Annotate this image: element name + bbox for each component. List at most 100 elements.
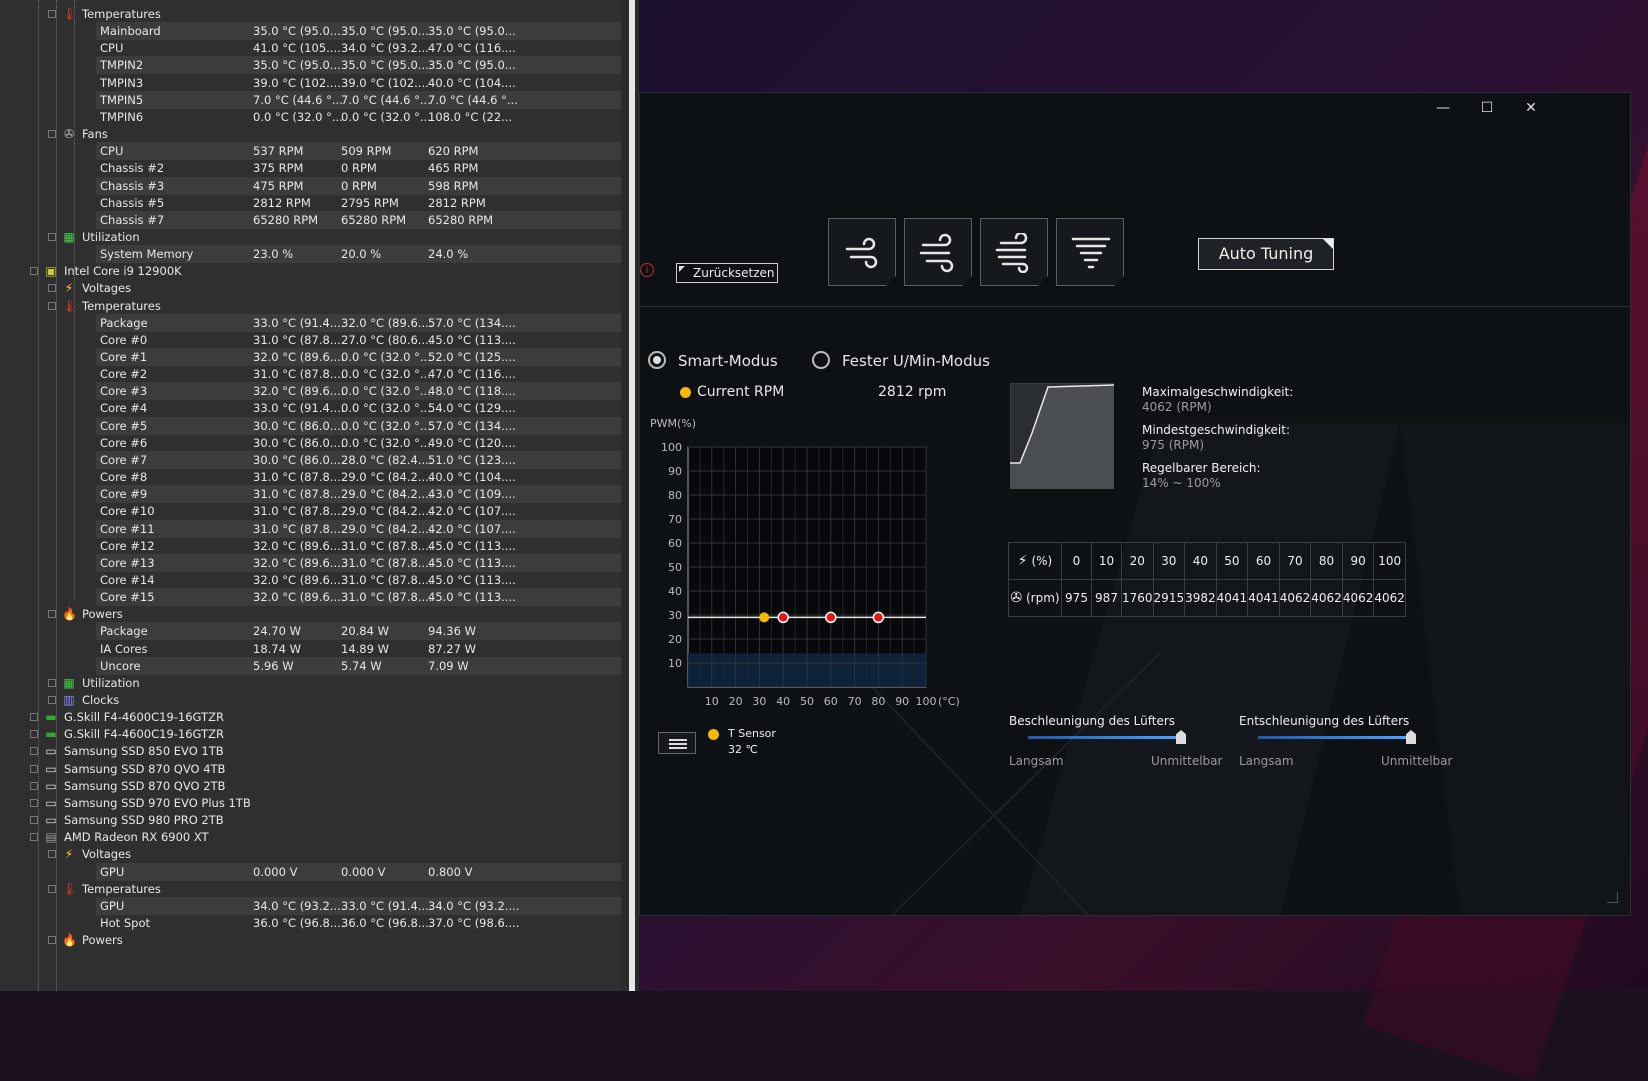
sensor-row[interactable]: Core #1 32.0 °C (89.6.... 0.0 °C (32.0 °..… [96, 348, 621, 366]
sensor-row[interactable]: TMPIN5 7.0 °C (44.6 °... 7.0 °C (44.6 °...… [96, 90, 621, 109]
sensor-row[interactable]: GPU 0.000 V 0.000 V 0.800 V [96, 862, 621, 881]
expand-toggle[interactable] [48, 884, 56, 893]
fan-mode-silent-button[interactable] [828, 218, 896, 286]
tree-group-row[interactable]: ▥ Clocks [0, 691, 621, 709]
curve-control-point[interactable] [777, 611, 789, 624]
sensor-row[interactable]: Chassis #3 475 RPM 0 RPM 598 RPM [96, 176, 621, 195]
expand-toggle[interactable] [48, 232, 56, 241]
tree-group-row[interactable]: ▭ Samsung SSD 980 PRO 2TB [0, 811, 621, 829]
tree-group-row[interactable]: ▭ Samsung SSD 970 EVO Plus 1TB [0, 794, 621, 812]
sensor-row[interactable]: Chassis #5 2812 RPM 2795 RPM 2812 RPM [96, 194, 621, 212]
current-temperature-point[interactable] [759, 612, 770, 623]
curve-control-point[interactable] [825, 611, 837, 624]
expand-toggle[interactable] [30, 764, 38, 773]
expand-toggle[interactable] [48, 850, 56, 859]
close-button[interactable]: ✕ [1508, 93, 1554, 123]
sensor-row[interactable]: Core #12 32.0 °C (89.6.... 31.0 °C (87.8..… [96, 537, 621, 555]
smart-mode-radio-dot[interactable] [648, 351, 666, 369]
sensor-row[interactable]: IA Cores 18.74 W 14.89 W 87.27 W [96, 640, 621, 658]
sensor-row[interactable]: Hot Spot 36.0 °C (96.8.... 36.0 °C (96.8..… [96, 914, 621, 932]
sensor-row[interactable]: Core #11 31.0 °C (87.8.... 29.0 °C (84.2..… [96, 519, 621, 538]
minimize-button[interactable]: — [1420, 93, 1466, 123]
expand-toggle[interactable] [30, 798, 38, 807]
sensor-row[interactable]: Package 24.70 W 20.84 W 94.36 W [96, 622, 621, 641]
maximize-button[interactable]: ☐ [1464, 93, 1510, 123]
tree-group-row[interactable]: 🌡 Temperatures [0, 5, 621, 23]
tree-group-row[interactable]: ▤ AMD Radeon RX 6900 XT [0, 828, 621, 846]
sensor-row[interactable]: Core #2 31.0 °C (87.8.... 0.0 °C (32.0 °..… [96, 365, 621, 383]
tree-group-row[interactable]: ⚡ Voltages [0, 279, 621, 297]
expand-toggle[interactable] [30, 267, 38, 276]
sensor-row[interactable]: TMPIN3 39.0 °C (102.... 39.0 °C (102.... 40… [96, 74, 621, 92]
tree-group-row[interactable]: ▬ G.Skill F4-4600C19-16GTZR [0, 708, 621, 726]
expand-toggle[interactable] [30, 747, 38, 756]
sensor-row[interactable]: Core #14 32.0 °C (89.6.... 31.0 °C (87.8..… [96, 571, 621, 589]
y-tick-label: 100 [661, 441, 682, 454]
fan-curve-chart[interactable]: 10 20 30 40 50 60 70 80 90 100 10 20 30 40 50 60 70 80 90 1… [648, 409, 978, 709]
expand-toggle[interactable] [30, 816, 38, 825]
sensor-row[interactable]: Core #13 32.0 °C (89.6.... 31.0 °C (87.8..… [96, 553, 621, 572]
tree-group-row[interactable]: ⚡ Voltages [0, 845, 621, 863]
fan-mode-turbo-button[interactable] [980, 218, 1048, 286]
sensor-row[interactable]: GPU 34.0 °C (93.2.... 33.0 °C (91.4.... 34.… [96, 896, 621, 915]
reset-button[interactable]: Zurücksetzen [676, 263, 778, 283]
curve-control-point[interactable] [872, 611, 885, 624]
sensor-row[interactable]: Core #8 31.0 °C (87.8.... 29.0 °C (84.2...… [96, 468, 621, 486]
fixed-mode-radio-dot[interactable] [812, 351, 830, 369]
expand-toggle[interactable] [48, 936, 56, 945]
sensor-row[interactable]: Core #9 31.0 °C (87.8.... 29.0 °C (84.2...… [96, 485, 621, 504]
tree-group-row[interactable]: 🌡 Temperatures [0, 880, 621, 898]
sensor-row[interactable]: Package 33.0 °C (91.4.... 32.0 °C (89.6...… [96, 313, 621, 332]
sensor-row[interactable]: Mainboard 35.0 °C (95.0... 35.0 °C (95.0..… [96, 22, 621, 41]
sensor-row[interactable]: Core #10 31.0 °C (87.8.... 29.0 °C (84.2..… [96, 502, 621, 520]
resize-grip[interactable] [1607, 892, 1618, 903]
expand-toggle[interactable] [30, 833, 38, 842]
sensor-row[interactable]: CPU 41.0 °C (105.... 34.0 °C (93.2... 47.0 … [96, 39, 621, 57]
sensor-row[interactable]: Core #7 30.0 °C (86.0.... 28.0 °C (82.4...… [96, 450, 621, 469]
sensor-row[interactable]: Uncore 5.96 W 5.74 W 7.09 W [96, 656, 621, 675]
tree-group-row[interactable]: ▣ Intel Core i9 12900K [0, 262, 621, 280]
expand-toggle[interactable] [48, 301, 56, 310]
splitter-bar[interactable] [629, 0, 635, 991]
expand-toggle[interactable] [48, 610, 56, 619]
sensor-row[interactable]: Core #6 30.0 °C (86.0.... 0.0 °C (32.0 °..… [96, 434, 621, 452]
sensor-row[interactable]: System Memory 23.0 % 20.0 % 24.0 % [96, 245, 621, 264]
sensor-row[interactable]: Chassis #7 65280 RPM 65280 RPM 65280 RPM [96, 210, 621, 229]
sensor-row[interactable]: TMPIN6 0.0 °C (32.0 °... 0.0 °C (32.0 °...… [96, 108, 621, 126]
sensor-row[interactable]: CPU 537 RPM 509 RPM 620 RPM [96, 142, 621, 161]
tree-group-row[interactable]: ▭ Samsung SSD 870 QVO 4TB [0, 760, 621, 778]
tree-group-row[interactable]: 🔥 Powers [0, 931, 621, 949]
sensor-row[interactable]: Core #5 30.0 °C (86.0.... 0.0 °C (32.0 °..… [96, 416, 621, 435]
tree-group-row[interactable]: ▭ Samsung SSD 850 EVO 1TB [0, 742, 621, 760]
expand-toggle[interactable] [30, 713, 38, 722]
fan-mode-full-speed-button[interactable] [1056, 218, 1124, 286]
fan-mode-standard-button[interactable] [904, 218, 972, 286]
sensor-row[interactable]: Core #0 31.0 °C (87.8.... 27.0 °C (80.6...… [96, 331, 621, 349]
expand-toggle[interactable] [30, 781, 38, 790]
tree-group-row[interactable]: ▦ Utilization [0, 674, 621, 692]
expand-toggle[interactable] [48, 678, 56, 687]
tree-group-row[interactable]: ▭ Samsung SSD 870 QVO 2TB [0, 777, 621, 795]
drive-icon: ▭ [45, 778, 57, 793]
sensor-row[interactable]: Core #3 32.0 °C (89.6.... 0.0 °C (32.0 °..… [96, 382, 621, 401]
expand-toggle[interactable] [48, 696, 56, 704]
expand-toggle[interactable] [48, 10, 56, 18]
expand-toggle[interactable] [48, 284, 56, 293]
sensor-row[interactable]: TMPIN2 35.0 °C (95.0... 35.0 °C (95.0... 35… [96, 56, 621, 75]
window-splitter[interactable] [621, 0, 639, 991]
auto-tuning-button[interactable]: Auto Tuning [1198, 238, 1334, 270]
sensor-row[interactable]: Core #15 32.0 °C (89.6.... 31.0 °C (87.8..… [96, 588, 621, 607]
sensor-list-button[interactable] [658, 732, 696, 754]
tree-group-row[interactable]: ✇ Fans [0, 125, 621, 143]
decel-slider-track[interactable] [1258, 736, 1411, 739]
tree-group-row[interactable]: 🌡 Temperatures [0, 297, 621, 315]
sensor-row[interactable]: Core #4 33.0 °C (91.4.... 0.0 °C (32.0 °..… [96, 399, 621, 417]
info-icon[interactable]: i [640, 263, 654, 277]
accel-slider-track[interactable] [1028, 736, 1181, 739]
tree-group-row[interactable]: 🔥 Powers [0, 605, 621, 623]
expand-toggle[interactable] [48, 130, 56, 139]
expand-toggle[interactable] [30, 730, 38, 739]
tree-group-row[interactable]: ▦ Utilization [0, 228, 621, 246]
tree-group-row[interactable]: ▬ G.Skill F4-4600C19-16GTZR [0, 725, 621, 743]
sensor-row[interactable]: Chassis #2 375 RPM 0 RPM 465 RPM [96, 159, 621, 177]
